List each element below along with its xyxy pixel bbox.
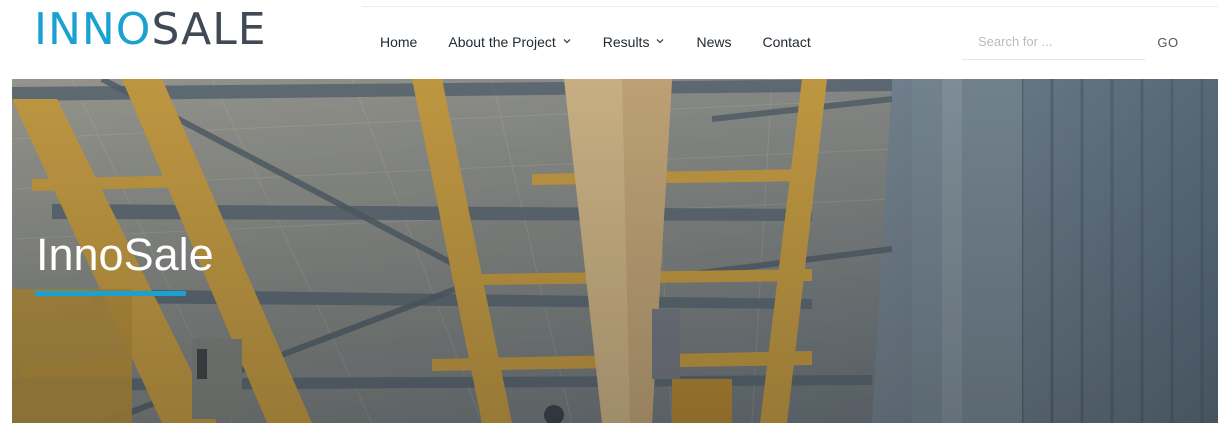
nav-divider bbox=[362, 6, 1218, 7]
site-logo[interactable]: INNOSALE bbox=[34, 8, 267, 52]
hero-banner: InnoSale bbox=[12, 79, 1218, 423]
nav-item-label: About the Project bbox=[448, 34, 556, 50]
nav-item-home[interactable]: Home bbox=[380, 34, 417, 50]
nav-item-contact[interactable]: Contact bbox=[762, 34, 810, 50]
nav-item-label: Results bbox=[602, 34, 650, 50]
nav-item-label: Contact bbox=[762, 34, 811, 50]
main-nav: Home About the Project Results News Cont… bbox=[380, 33, 842, 51]
nav-item-label: News bbox=[696, 34, 732, 50]
nav-item-results[interactable]: Results bbox=[603, 34, 666, 50]
nav-item-about-the-project[interactable]: About the Project bbox=[448, 34, 571, 50]
hero-title-underline bbox=[35, 291, 186, 296]
chevron-down-icon bbox=[562, 36, 572, 46]
nav-item-label: Home bbox=[380, 34, 418, 50]
site-header: INNOSALE Home About the Project Results … bbox=[0, 0, 1218, 79]
search-go-button[interactable]: GO bbox=[1148, 24, 1188, 60]
logo-text-sale: SALE bbox=[151, 4, 267, 55]
logo-text-inno: INNO bbox=[34, 4, 152, 55]
chevron-down-icon bbox=[655, 36, 665, 46]
search-input[interactable] bbox=[962, 24, 1145, 60]
hero-title: InnoSale bbox=[36, 229, 214, 280]
nav-item-news[interactable]: News bbox=[696, 34, 731, 50]
